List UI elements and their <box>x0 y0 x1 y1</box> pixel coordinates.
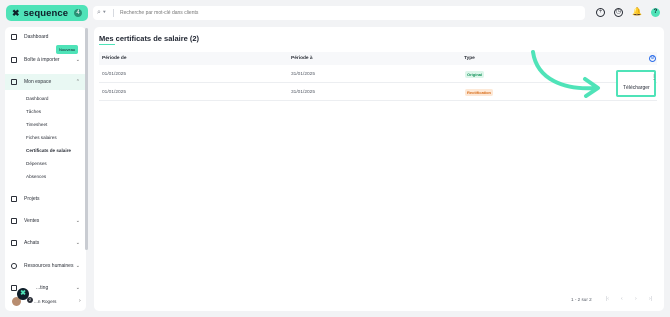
sidebar-item-label: Mon espace <box>24 79 52 85</box>
subitem-expenses[interactable]: Dépenses <box>26 161 47 166</box>
column-header-from[interactable]: Période de <box>102 56 127 61</box>
user-icon <box>11 79 17 85</box>
pagination-label: 1 - 2 sur 2 <box>571 297 592 302</box>
sidebar-item-purchases[interactable]: Achats ⌄ <box>5 235 86 251</box>
subitem-dashboard[interactable]: Dashboard <box>26 96 48 101</box>
cell-from: 01/01/2025 <box>102 72 127 77</box>
brand-badge: 4 <box>74 9 82 17</box>
sidebar-item-dashboard[interactable]: Dashboard <box>5 29 86 45</box>
cell-to: 31/01/2025 <box>291 72 316 77</box>
last-page-icon[interactable]: ›| <box>649 296 652 302</box>
column-settings-icon[interactable]: ⚙ <box>649 55 656 62</box>
chevron-down-icon: ⌄ <box>75 240 80 246</box>
sidebar-item-inbox[interactable]: Boîte à importer ⌄ <box>5 52 86 68</box>
sidebar-item-my-space[interactable]: Mon espace ⌃ <box>5 74 86 90</box>
brand-logo[interactable]: ✖ sequence 4 <box>6 5 88 21</box>
sidebar-item-projects[interactable]: Projets <box>5 191 86 207</box>
sidebar-item-hr[interactable]: Ressources humaines ⌄ <box>5 258 86 274</box>
subitem-tasks[interactable]: Tâches <box>26 109 41 114</box>
sidebar-item-label: Boîte à importer <box>24 57 60 63</box>
chevron-down-icon: ⌄ <box>75 57 80 63</box>
add-icon[interactable]: + <box>596 8 605 17</box>
next-page-icon[interactable]: › <box>635 296 637 302</box>
bag-icon <box>11 218 17 224</box>
download-menu-item[interactable]: Télécharger <box>623 85 650 91</box>
megaphone-icon <box>11 285 17 291</box>
page-title: Mes certificats de salaire (2) <box>99 34 200 43</box>
chevron-right-icon[interactable]: › <box>79 298 81 304</box>
sidebar-item-label: Ressources humaines <box>24 263 74 269</box>
cell-to: 31/01/2025 <box>291 90 316 95</box>
status-badge: Rectification <box>465 89 494 96</box>
chevron-down-icon: ⌄ <box>75 218 80 224</box>
subitem-salary-certificates[interactable]: Certificats de salaire <box>26 148 71 153</box>
sidebar-item-sales[interactable]: Ventes ⌄ <box>5 213 86 229</box>
subitem-absences[interactable]: Absences <box>26 174 46 179</box>
clock-icon[interactable]: ◷ <box>614 8 623 17</box>
brand-name: sequence <box>23 7 69 19</box>
more-vertical-icon[interactable]: ⋮ <box>651 74 657 81</box>
search-icon: ⌕ ▾ <box>97 9 106 16</box>
row-actions-menu: ⋮ Télécharger <box>616 70 657 97</box>
annotation-arrow-icon <box>531 50 600 98</box>
home-icon <box>11 34 17 40</box>
chevron-up-icon: ⌃ <box>75 79 80 85</box>
subitem-payslips[interactable]: Fiches salaires <box>26 135 57 140</box>
title-underline <box>99 44 115 45</box>
chevron-down-icon: ⌄ <box>75 285 80 291</box>
sidebar-item-label: Ventes <box>24 218 40 224</box>
column-header-type[interactable]: Type <box>464 56 475 61</box>
user-name[interactable]: ...n Rogers <box>34 299 56 304</box>
help-icon[interactable]: ? <box>651 8 660 17</box>
logo-mark-icon: ✖ <box>12 7 20 18</box>
sidebar-item-label: Achats <box>24 240 40 246</box>
subitem-timesheet[interactable]: Timesheet <box>26 122 47 127</box>
sidebar-scrollbar[interactable] <box>85 28 88 250</box>
prev-page-icon[interactable]: ‹ <box>621 296 623 302</box>
sidebar-item-label: ...ting <box>36 285 49 291</box>
search-input[interactable] <box>120 10 520 16</box>
first-page-icon[interactable]: |‹ <box>606 296 609 302</box>
column-header-to[interactable]: Période à <box>291 56 313 61</box>
bell-icon[interactable]: 🔔 <box>632 8 642 17</box>
inbox-icon <box>11 57 17 63</box>
cell-from: 01/01/2025 <box>102 90 127 95</box>
chevron-down-icon: ⌄ <box>75 263 80 269</box>
sidebar-item-label: Projets <box>24 196 40 202</box>
status-badge: Original <box>465 71 485 78</box>
sidebar-item-label: Dashboard <box>24 34 49 40</box>
checkbox-icon <box>11 196 17 202</box>
cart-icon <box>11 240 17 246</box>
search-bar[interactable]: ⌕ ▾ <box>93 6 585 20</box>
search-divider <box>113 9 114 17</box>
people-icon <box>11 263 17 269</box>
chat-badge: 2 <box>27 297 33 303</box>
